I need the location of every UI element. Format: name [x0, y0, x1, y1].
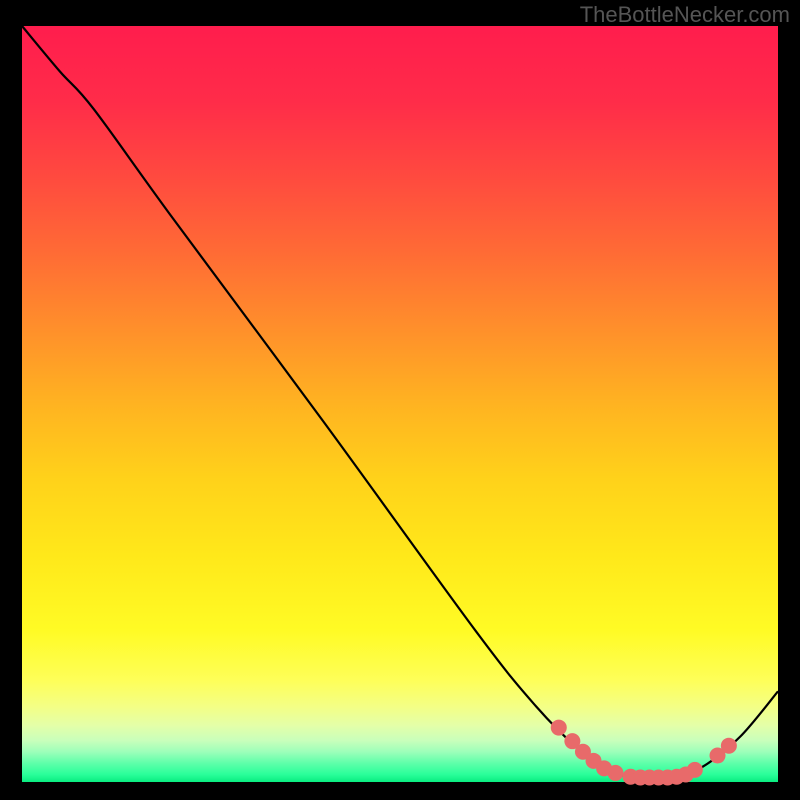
data-marker [551, 720, 567, 736]
data-marker [687, 762, 703, 778]
data-marker [721, 738, 737, 754]
gradient-background [22, 26, 778, 782]
watermark-text: TheBottleNecker.com [580, 2, 790, 28]
data-marker [607, 765, 623, 781]
bottleneck-chart [0, 0, 800, 800]
